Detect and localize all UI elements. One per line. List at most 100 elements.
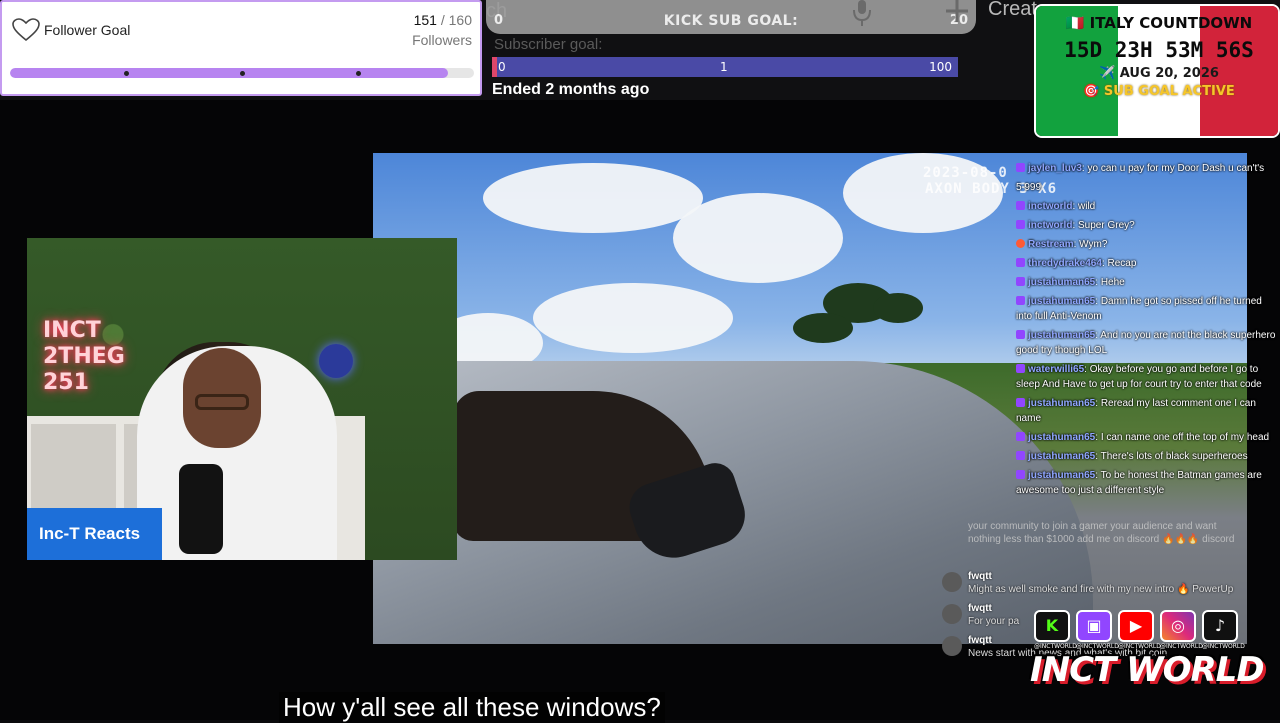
countdown-timer: 15D 23H 53M 56S bbox=[1064, 38, 1254, 62]
countdown-status: 🎯 SUB GOAL ACTIVE bbox=[1083, 84, 1235, 99]
video-cloud bbox=[533, 283, 733, 353]
follower-goal-count: 151 / 160 bbox=[414, 12, 472, 28]
follower-count-current: 151 bbox=[413, 12, 437, 28]
chat-username[interactable]: fwqtt bbox=[968, 570, 1240, 583]
chat-message: waterwilli65: Okay before you go and bef… bbox=[1016, 364, 1262, 390]
social-handle: @INCTWORLD bbox=[1076, 643, 1119, 650]
twitch-icon bbox=[1016, 432, 1025, 441]
progress-milestone-dot bbox=[124, 71, 129, 76]
kick-sub-goal-bar: 0 KICK SUB GOAL: 20 bbox=[486, 0, 976, 34]
italy-countdown-widget: 🇮🇹 ITALY COUNTDOWN 15D 23H 53M 56S ✈️ AU… bbox=[1034, 4, 1280, 138]
chat-username[interactable]: thredydrake464 bbox=[1028, 258, 1102, 269]
follower-goal-widget: Follower Goal 151 / 160 Followers bbox=[0, 0, 482, 96]
follower-count-separator: / bbox=[436, 12, 449, 28]
kick-icon[interactable]: K bbox=[1034, 610, 1070, 642]
twitch-icon bbox=[1016, 220, 1025, 229]
chat-username[interactable]: justahuman65 bbox=[1028, 296, 1095, 307]
youtube-icon[interactable]: ▶ bbox=[1118, 610, 1154, 642]
instagram-icon[interactable]: ◎ bbox=[1160, 610, 1196, 642]
video-palm-tree bbox=[793, 313, 853, 343]
kick-sub-goal-title: KICK SUB GOAL: bbox=[663, 13, 799, 29]
streamer-microphone bbox=[179, 464, 223, 554]
chat-message: justahuman65: Reread my last comment one… bbox=[1016, 398, 1256, 424]
twitch-icon bbox=[1016, 451, 1025, 460]
chat-username[interactable]: jaylen_luv3 bbox=[1028, 163, 1082, 174]
tiktok-icon[interactable]: ♪ bbox=[1202, 610, 1238, 642]
chat-username[interactable]: justahuman65 bbox=[1028, 398, 1095, 409]
plus-icon[interactable] bbox=[942, 0, 972, 28]
microphone-icon[interactable] bbox=[848, 0, 876, 28]
faded-chat-message: your community to join a gamer your audi… bbox=[968, 521, 1235, 545]
twitch-icon bbox=[1016, 258, 1025, 267]
chat-text: There's lots of black superheroes bbox=[1100, 451, 1248, 462]
neon-sign-line: INCT bbox=[43, 318, 101, 343]
twitch-icon bbox=[1016, 201, 1025, 210]
avatar bbox=[942, 572, 962, 592]
chat-message: inctworld: wild bbox=[1016, 199, 1280, 214]
chat-message: Restream: Wym? bbox=[1016, 237, 1280, 252]
streamer-badge-label: Inc-T Reacts bbox=[39, 524, 141, 543]
chat-text: Recap bbox=[1107, 258, 1137, 269]
bodycam-timestamp: 2023-08-0 bbox=[923, 165, 1008, 181]
streamer-webcam: INCT 2THEG 251 Inc-T Reacts bbox=[27, 238, 457, 560]
subtitle-caption: How y'all see all these windows? bbox=[279, 692, 665, 723]
chat-text: Super Grey? bbox=[1078, 220, 1135, 231]
social-handle: @INCTWORLD bbox=[1202, 643, 1245, 650]
chat-username[interactable]: justahuman65 bbox=[1028, 470, 1095, 481]
chat-message: justahuman65: To be honest the Batman ga… bbox=[1016, 470, 1262, 496]
follower-count-target: 160 bbox=[448, 12, 472, 28]
video-cloud bbox=[483, 163, 703, 233]
subscriber-goal-current: 1 bbox=[720, 60, 728, 74]
neon-sign: INCT 2THEG 251 bbox=[43, 318, 125, 396]
chat-message: jaylen_luv3: yo can u pay for my Door Da… bbox=[1016, 161, 1280, 176]
follower-goal-title: Follower Goal bbox=[44, 22, 131, 38]
chat-username[interactable]: Restream bbox=[1028, 239, 1074, 250]
kick-chat-message: fwqtt Might as well smoke and fire with m… bbox=[940, 570, 1240, 596]
chat-message: justahuman65: And no you are not the bla… bbox=[1016, 330, 1276, 356]
twitch-icon[interactable]: ▣ bbox=[1076, 610, 1112, 642]
chat-message: justahuman65: Hehe bbox=[1016, 275, 1280, 290]
social-handle: @INCTWORLD bbox=[1118, 643, 1161, 650]
twitch-icon bbox=[1016, 398, 1025, 407]
avatar bbox=[942, 604, 962, 624]
subscriber-goal-target: 100 bbox=[929, 60, 952, 74]
webcam-blue-light bbox=[319, 344, 353, 378]
subscriber-goal-status: Ended 2 months ago bbox=[492, 81, 650, 98]
subscriber-goal-bar: 0 1 100 bbox=[492, 57, 958, 77]
chat-username[interactable]: waterwilli65 bbox=[1028, 364, 1084, 375]
social-handle: @INCTWORLD bbox=[1034, 643, 1077, 650]
chat-username[interactable]: justahuman65 bbox=[1028, 451, 1095, 462]
chat-username[interactable]: inctworld bbox=[1028, 220, 1072, 231]
chat-text: 5 999 bbox=[1016, 182, 1042, 193]
chat-text: yo can u pay for my Door Dash u can't's bbox=[1087, 163, 1265, 174]
chat-text: Might as well smoke and fire with my new… bbox=[968, 584, 1234, 595]
subscriber-goal-start: 0 bbox=[498, 60, 506, 74]
chat-message: inctworld: Super Grey? bbox=[1016, 218, 1280, 233]
social-icons-row: K @INCTWORLD ▣ @INCTWORLD ▶ @INCTWORLD ◎ @INCTW… bbox=[1034, 610, 1245, 650]
twitch-icon bbox=[1016, 277, 1025, 286]
chat-username[interactable]: inctworld bbox=[1028, 201, 1072, 212]
subscriber-goal-label: Subscriber goal: bbox=[494, 36, 603, 53]
subscriber-goal-fill bbox=[492, 57, 497, 77]
chat-text: For your pa bbox=[968, 616, 1020, 627]
chat-message: justahuman65: Damn he got so pissed off … bbox=[1016, 296, 1262, 322]
neon-sign-line: 251 bbox=[43, 370, 89, 395]
background-create-button[interactable]: Creat bbox=[988, 0, 1037, 21]
twitch-icon bbox=[1016, 163, 1025, 172]
chat-username[interactable]: justahuman65 bbox=[1028, 330, 1095, 341]
progress-milestone-dot bbox=[240, 71, 245, 76]
chat-username[interactable]: justahuman65 bbox=[1028, 277, 1095, 288]
follower-goal-unit: Followers bbox=[412, 32, 472, 48]
chat-message: justahuman65: I can name one off the top… bbox=[1016, 430, 1280, 445]
streamer-glasses bbox=[195, 394, 249, 410]
video-cloud bbox=[673, 193, 843, 283]
countdown-title: 🇮🇹 ITALY COUNTDOWN bbox=[1065, 14, 1253, 32]
follower-progress-fill bbox=[10, 68, 449, 78]
inct-world-logo: INCT WORLD bbox=[1030, 650, 1265, 690]
chat-text: Hehe bbox=[1100, 277, 1125, 288]
social-handle: @INCTWORLD bbox=[1160, 643, 1203, 650]
chat-username[interactable]: justahuman65 bbox=[1028, 432, 1095, 443]
neon-sign-line: 2THEG bbox=[43, 344, 125, 369]
twitch-icon bbox=[1016, 470, 1025, 479]
twitch-icon bbox=[1016, 296, 1025, 305]
